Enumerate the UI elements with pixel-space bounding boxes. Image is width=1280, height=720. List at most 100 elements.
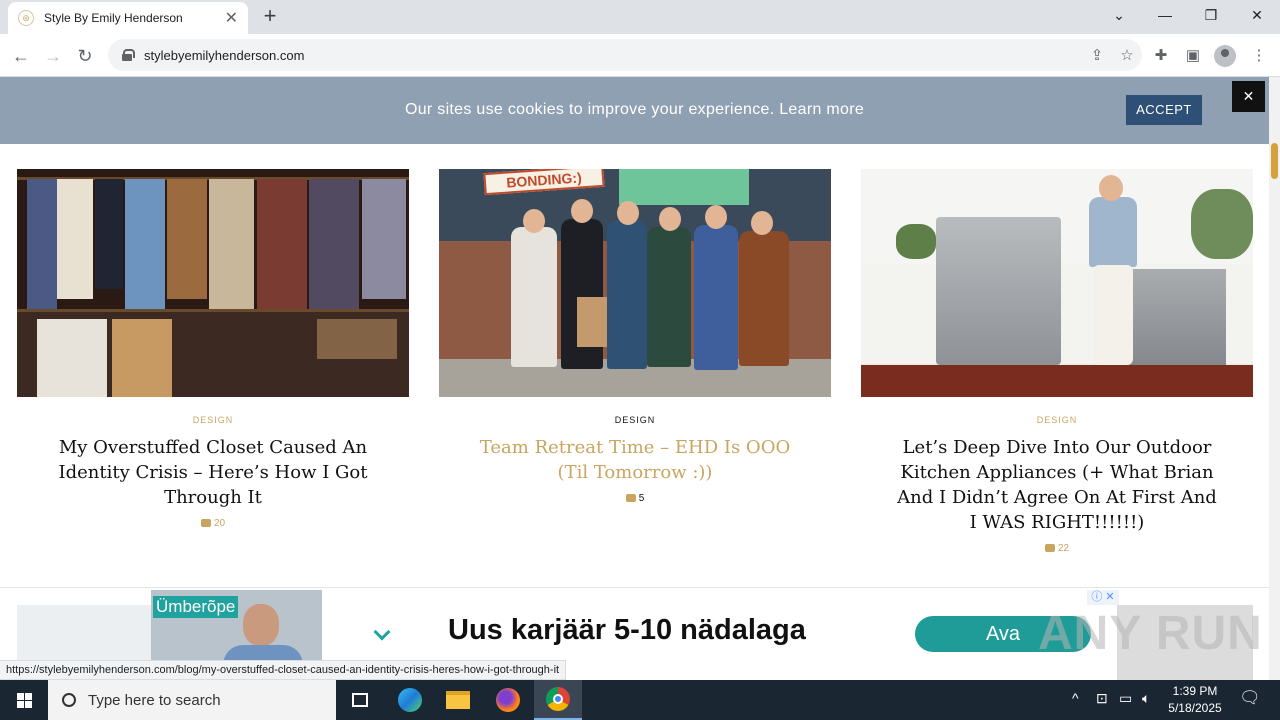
garment — [309, 179, 359, 319]
lock-icon[interactable] — [122, 49, 135, 61]
forward-arrow-icon[interactable]: → — [40, 43, 66, 69]
person — [1089, 197, 1137, 267]
person-head — [705, 205, 727, 229]
person — [607, 221, 647, 369]
garment — [125, 179, 165, 309]
address-bar[interactable]: stylebyemilyhenderson.com ⇪ ☆ — [108, 39, 1142, 71]
firefox-icon[interactable] — [484, 680, 532, 720]
mural-green-panel — [619, 169, 749, 205]
kebab-menu-icon[interactable]: ⋮ — [1246, 43, 1272, 69]
taskbar-search-box[interactable]: Type here to search — [48, 680, 336, 720]
person-head — [751, 211, 773, 235]
ad-headline[interactable]: Uus karjäär 5-10 nädalaga — [448, 614, 806, 647]
person-head — [659, 207, 681, 231]
garment — [27, 179, 57, 309]
deck — [861, 365, 1253, 397]
section-divider — [0, 587, 1269, 588]
comment-count[interactable]: 5 — [439, 493, 831, 504]
ad-choices-close-icon[interactable]: ⓘ ✕ — [1087, 590, 1119, 605]
share-icon[interactable]: ⇪ — [1082, 46, 1112, 64]
new-tab-button[interactable]: + — [258, 4, 282, 28]
post-image-team[interactable]: BONDING:) — [439, 169, 831, 397]
ad-brand-logo: Ümberõpe — [153, 596, 239, 618]
browser-tab[interactable]: ⊛ Style By Emily Henderson ✕ — [8, 2, 248, 34]
garment — [257, 179, 307, 329]
garment — [362, 179, 406, 299]
garment — [95, 179, 123, 289]
cookie-banner: Our sites use cookies to improve your ex… — [0, 77, 1269, 144]
reload-icon[interactable]: ↻ — [72, 43, 98, 69]
profile-avatar-icon[interactable] — [1214, 45, 1236, 67]
plant — [896, 224, 936, 259]
side-panel-icon[interactable]: ▣ — [1180, 43, 1206, 69]
person — [739, 231, 789, 366]
garment — [112, 319, 172, 397]
post-category[interactable]: DESIGN — [861, 415, 1253, 425]
extensions-puzzle-icon[interactable]: ✚ — [1148, 43, 1174, 69]
clock-date: 5/18/2025 — [1168, 701, 1222, 715]
comment-bubble-icon — [1044, 544, 1055, 553]
network-icon[interactable]: ▭ — [1119, 690, 1132, 707]
minimize-button[interactable]: — — [1142, 0, 1188, 30]
tray-app-icon[interactable]: ⊡ — [1096, 690, 1108, 707]
post-image-outdoor-kitchen[interactable] — [861, 169, 1253, 397]
ad-person-face — [243, 604, 279, 646]
person — [647, 227, 691, 367]
search-icon — [62, 693, 76, 707]
clock-time: 1:39 PM — [1172, 684, 1218, 698]
edge-browser-icon[interactable] — [386, 680, 434, 720]
close-cookie-banner-button[interactable]: ✕ — [1232, 81, 1265, 112]
comment-count-value: 22 — [1057, 543, 1070, 554]
windows-taskbar: Type here to search ^ ⊡ ▭ 🔈︎ 1:39 PM 5/1… — [0, 680, 1280, 720]
person-legs — [1093, 265, 1133, 365]
browser-tab-strip: ⊛ Style By Emily Henderson ✕ + ⌄ — ❐ ✕ — [0, 0, 1280, 34]
grill — [936, 217, 1061, 365]
person — [694, 225, 738, 370]
post-title[interactable]: Team Retreat Time – EHD Is OOO (Til Tomo… — [475, 435, 795, 485]
hangers — [317, 319, 397, 359]
comment-count-value: 20 — [213, 518, 226, 529]
volume-icon[interactable]: 🔈︎ — [1142, 690, 1150, 707]
ad-chevron-icon — [373, 623, 391, 641]
post-image-closet[interactable] — [17, 169, 409, 397]
person-head — [1099, 175, 1123, 201]
anyrun-watermark: ANY RUN — [1038, 607, 1263, 660]
tab-close-icon[interactable]: ✕ — [225, 8, 238, 28]
file-explorer-icon[interactable] — [434, 680, 482, 720]
accept-cookies-button[interactable]: ACCEPT — [1126, 95, 1202, 125]
comment-bubble-icon — [625, 494, 636, 503]
bookmark-star-icon[interactable]: ☆ — [1112, 46, 1142, 64]
comment-count[interactable]: 20 — [17, 518, 409, 529]
task-view-icon[interactable] — [336, 680, 384, 720]
restore-button[interactable]: ❐ — [1188, 0, 1234, 30]
tab-search-chevron-icon[interactable]: ⌄ — [1096, 0, 1142, 30]
address-url[interactable]: stylebyemilyhenderson.com — [144, 48, 1082, 63]
garment — [209, 179, 254, 319]
post-category[interactable]: DESIGN — [17, 415, 409, 425]
windows-logo-icon — [25, 693, 32, 700]
page-scrollbar[interactable] — [1269, 77, 1280, 680]
post-title[interactable]: Let’s Deep Dive Into Our Outdoor Kitchen… — [897, 435, 1217, 535]
post-card: DESIGN My Overstuffed Closet Caused An I… — [17, 169, 409, 529]
tab-title: Style By Emily Henderson — [44, 11, 183, 25]
garment — [167, 179, 207, 299]
scrollbar-thumb[interactable] — [1271, 143, 1278, 179]
window-close-button[interactable]: ✕ — [1234, 0, 1280, 30]
windows-start-button[interactable] — [0, 680, 48, 720]
person — [511, 227, 557, 367]
notifications-icon[interactable]: 🗨︎ — [1239, 688, 1261, 708]
site-favicon-icon: ⊛ — [18, 10, 34, 26]
windows-logo-icon — [25, 701, 32, 708]
post-title[interactable]: My Overstuffed Closet Caused An Identity… — [53, 435, 373, 510]
browser-toolbar: ← → ↻ stylebyemilyhenderson.com ⇪ ☆ ✚ ▣ … — [0, 34, 1280, 77]
taskbar-clock[interactable]: 1:39 PM 5/18/2025 — [1160, 683, 1230, 717]
chrome-icon[interactable] — [534, 680, 582, 720]
back-arrow-icon[interactable]: ← — [8, 43, 34, 69]
cookie-message[interactable]: Our sites use cookies to improve your ex… — [0, 101, 1269, 119]
person-head — [523, 209, 545, 233]
tray-chevron-icon[interactable]: ^ — [1072, 690, 1079, 706]
person-head — [571, 199, 593, 223]
post-card: BONDING:) DESIGN Team Retreat Time – EHD… — [439, 169, 831, 504]
comment-count[interactable]: 22 — [861, 543, 1253, 554]
post-category[interactable]: DESIGN — [439, 415, 831, 425]
